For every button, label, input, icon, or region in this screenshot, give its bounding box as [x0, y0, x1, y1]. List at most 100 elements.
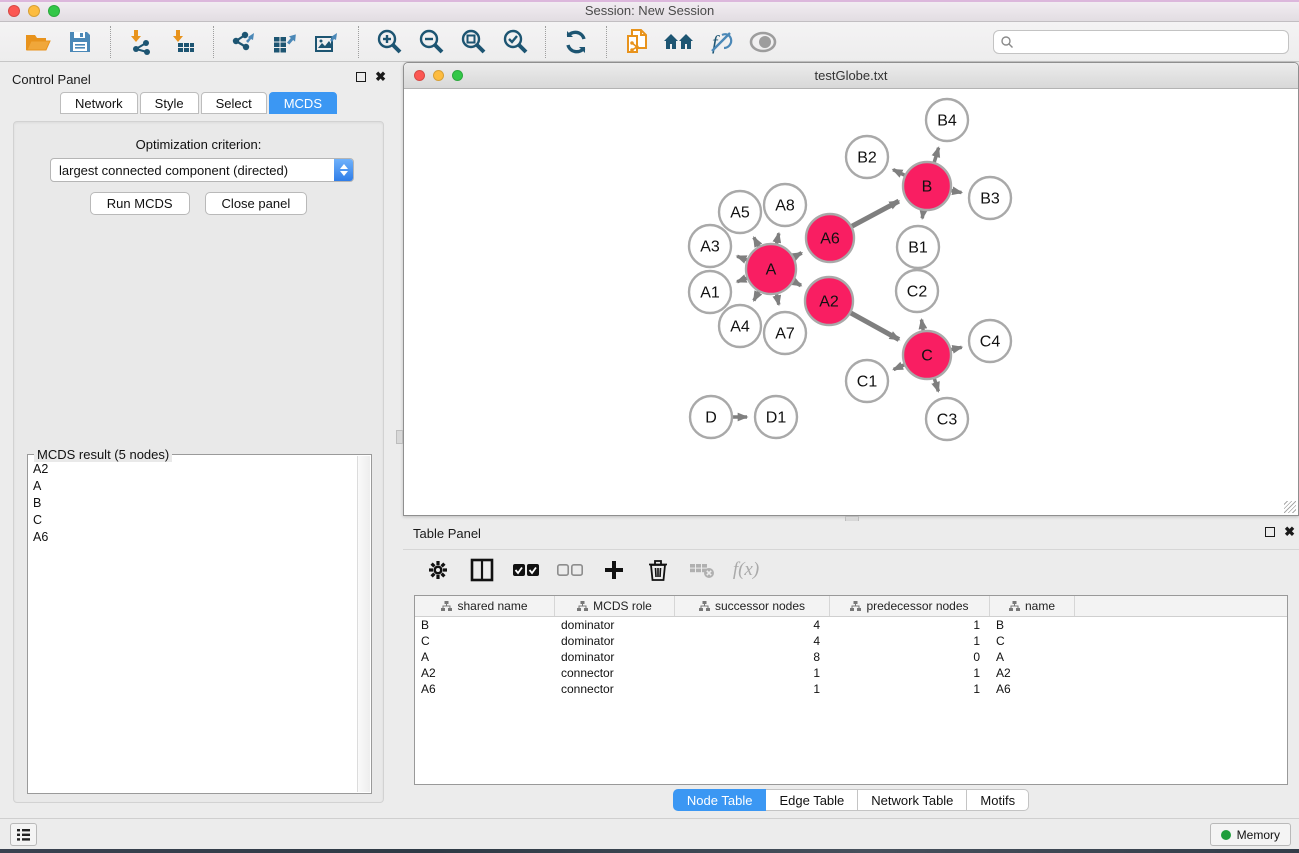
table-cell: A2 [415, 665, 555, 681]
graph-node-D[interactable]: D [690, 396, 732, 438]
toolbar-separator [358, 26, 359, 58]
delete-table-button[interactable] [687, 555, 717, 585]
graph-node-A8[interactable]: A8 [764, 184, 806, 226]
result-item[interactable]: A2 [29, 461, 357, 478]
graph-node-C1[interactable]: C1 [846, 360, 888, 402]
graph-node-B4[interactable]: B4 [926, 99, 968, 141]
graph-node-B[interactable]: B [903, 162, 951, 210]
column-header-predecessor-nodes[interactable]: predecessor nodes [830, 596, 990, 616]
dropdown-selected-value: largest connected component (directed) [51, 163, 334, 178]
save-session-button[interactable] [62, 26, 98, 58]
refresh-view-button[interactable] [558, 26, 594, 58]
zoom-out-button[interactable] [413, 26, 449, 58]
tab-network[interactable]: Network [60, 92, 138, 114]
graph-node-label: A1 [700, 285, 720, 302]
float-panel-icon[interactable] [356, 72, 366, 82]
zoom-fit-button[interactable] [455, 26, 491, 58]
run-mcds-button[interactable]: Run MCDS [90, 192, 190, 215]
search-input[interactable] [1014, 35, 1288, 49]
graph-node-C4[interactable]: C4 [969, 320, 1011, 362]
session-title: Session: New Session [0, 3, 1299, 18]
table-settings-button[interactable] [423, 555, 453, 585]
graph-edge-A6-B[interactable] [849, 201, 898, 227]
table-row[interactable]: Cdominator41C [415, 633, 1287, 649]
import-network-button[interactable] [123, 26, 159, 58]
table-row[interactable]: A6connector11A6 [415, 681, 1287, 697]
tab-motifs[interactable]: Motifs [967, 789, 1029, 811]
graph-node-A3[interactable]: A3 [689, 225, 731, 267]
column-header-shared-name[interactable]: shared name [415, 596, 555, 616]
result-item[interactable]: C [29, 512, 357, 529]
graph-node-A7[interactable]: A7 [764, 312, 806, 354]
tab-node-table[interactable]: Node Table [673, 789, 767, 811]
result-item[interactable]: A6 [29, 529, 357, 546]
network-canvas[interactable]: B4 B2 B B3 A8A5 A6 A3 B1 A A1 C2 A2 A4A7 C4 C C1 D D1 C3 [404, 89, 1298, 515]
table-row[interactable]: Adominator80A [415, 649, 1287, 665]
table-row[interactable]: A2connector11A2 [415, 665, 1287, 681]
export-image-icon [314, 29, 342, 55]
add-column-button[interactable] [599, 555, 629, 585]
search-box[interactable] [993, 30, 1289, 54]
import-table-button[interactable] [165, 26, 201, 58]
graph-node-B1[interactable]: B1 [897, 226, 939, 268]
graph-node-A4[interactable]: A4 [719, 305, 761, 347]
column-header-successor-nodes[interactable]: successor nodes [675, 596, 830, 616]
mcds-result-list[interactable]: A2ABCA6 [29, 461, 357, 792]
graph-node-A[interactable]: A [746, 244, 796, 294]
zoom-selected-button[interactable] [497, 26, 533, 58]
select-all-checks-button[interactable] [511, 555, 541, 585]
table-cell: dominator [555, 649, 675, 665]
new-network-from-selection-button[interactable] [619, 26, 655, 58]
close-panel-button[interactable]: Close panel [205, 192, 308, 215]
float-table-panel-icon[interactable] [1265, 527, 1275, 537]
network-window-titlebar[interactable]: testGlobe.txt [404, 63, 1298, 89]
delete-column-button[interactable] [643, 555, 673, 585]
graph-node-B2[interactable]: B2 [846, 136, 888, 178]
export-image-button[interactable] [310, 26, 346, 58]
tab-edge-table[interactable]: Edge Table [766, 789, 858, 811]
result-scrollbar[interactable] [357, 456, 370, 792]
close-panel-icon[interactable]: ✖ [375, 72, 386, 82]
open-file-icon [24, 30, 52, 54]
open-file-button[interactable] [20, 26, 56, 58]
graph-node-A1[interactable]: A1 [689, 271, 731, 313]
graph-node-C[interactable]: C [903, 331, 951, 379]
save-session-icon [68, 30, 92, 54]
graph-edge-A2-C[interactable] [848, 312, 899, 340]
export-network-button[interactable] [226, 26, 262, 58]
result-item[interactable]: A [29, 478, 357, 495]
graph-node-label: C1 [857, 374, 878, 391]
table-cell: connector [555, 665, 675, 681]
column-header-name[interactable]: name [990, 596, 1075, 616]
graph-node-D1[interactable]: D1 [755, 396, 797, 438]
tab-style[interactable]: Style [140, 92, 199, 114]
export-table-button[interactable] [268, 26, 304, 58]
graph-node-A2[interactable]: A2 [805, 277, 853, 325]
graph-node-label: B2 [857, 150, 877, 167]
graph-node-A6[interactable]: A6 [806, 214, 854, 262]
column-header-MCDS-role[interactable]: MCDS role [555, 596, 675, 616]
graph-node-B3[interactable]: B3 [969, 177, 1011, 219]
hide-flag-button[interactable]: f [703, 26, 739, 58]
close-table-panel-icon[interactable]: ✖ [1284, 527, 1295, 537]
graph-node-A5[interactable]: A5 [719, 191, 761, 233]
window-resize-grip[interactable] [1284, 501, 1296, 513]
zoom-in-button[interactable] [371, 26, 407, 58]
deselect-all-checks-button[interactable] [555, 555, 585, 585]
function-builder-button[interactable]: f(x) [731, 555, 761, 585]
cybrowser-home-button[interactable] [661, 26, 697, 58]
column-panes-button[interactable] [467, 555, 497, 585]
task-history-button[interactable] [10, 823, 37, 846]
graph-node-C2[interactable]: C2 [896, 270, 938, 312]
splitter-handle-vertical[interactable] [396, 430, 403, 444]
tab-network-table[interactable]: Network Table [858, 789, 967, 811]
show-graphics-details-button[interactable] [745, 26, 781, 58]
memory-button[interactable]: Memory [1210, 823, 1291, 846]
optimization-criterion-dropdown[interactable]: largest connected component (directed) [50, 158, 354, 182]
table-row[interactable]: Bdominator41B [415, 617, 1287, 633]
result-item[interactable]: B [29, 495, 357, 512]
tab-select[interactable]: Select [201, 92, 267, 114]
optimization-criterion-label: Optimization criterion: [14, 137, 383, 152]
graph-node-C3[interactable]: C3 [926, 398, 968, 440]
tab-mcds[interactable]: MCDS [269, 92, 337, 114]
